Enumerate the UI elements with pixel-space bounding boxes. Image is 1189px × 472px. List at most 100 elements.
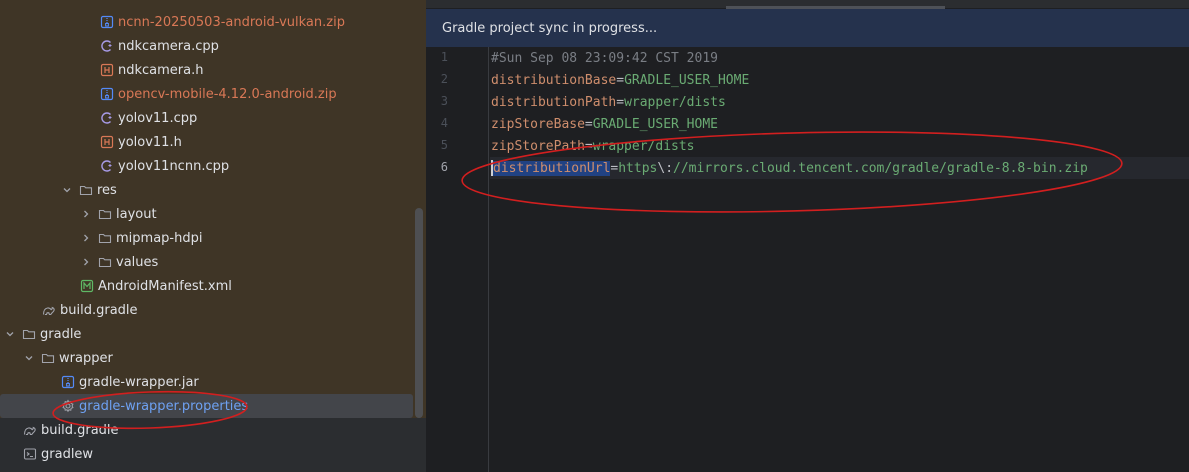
line-number: 3 (440, 94, 448, 108)
settings-file-icon (61, 399, 75, 413)
tree-folder-mipmap-hdpi[interactable]: mipmap-hdpi (0, 226, 413, 250)
folder-icon (41, 351, 55, 365)
chevron-down-icon[interactable] (23, 352, 35, 364)
equals-token: = (616, 94, 625, 110)
tree-item-yolov11ncnn-cpp[interactable]: yolov11ncnn.cpp (0, 154, 413, 178)
code-line[interactable]: distributionPath = wrapper/dists (490, 91, 1189, 113)
tree-item-label: ndkcamera.h (118, 62, 204, 78)
code-line[interactable]: zipStorePath = wrapper/dists (490, 135, 1189, 157)
property-value: wrapper/dists (592, 138, 695, 154)
tree-item-label: AndroidManifest.xml (98, 278, 232, 294)
code-editor[interactable]: #Sun Sep 08 23:09:42 CST 2019 distributi… (490, 47, 1189, 472)
line-number: 4 (440, 116, 448, 130)
folder-icon (98, 255, 112, 269)
tree-item-label: build.gradle (60, 302, 138, 318)
header-file-icon (100, 135, 114, 149)
tree-item-label: wrapper (59, 350, 113, 366)
chevron-right-icon[interactable] (80, 256, 92, 268)
tree-item-label: values (116, 254, 159, 270)
tree-item-opencv-zip[interactable]: opencv-mobile-4.12.0-android.zip (0, 82, 413, 106)
tree-item-label: yolov11ncnn.cpp (118, 158, 230, 174)
tree-folder-values[interactable]: values (0, 250, 413, 274)
folder-icon (98, 207, 112, 221)
cpp-file-icon (100, 39, 114, 53)
code-line[interactable]: #Sun Sep 08 23:09:42 CST 2019 (490, 47, 1189, 69)
tree-item-app-build-gradle[interactable]: build.gradle (0, 298, 413, 322)
terminal-icon (23, 447, 37, 461)
gradle-icon (42, 303, 56, 317)
header-file-icon (100, 63, 114, 77)
tree-item-yolov11-cpp[interactable]: yolov11.cpp (0, 106, 413, 130)
escape-sequence: \: (657, 160, 674, 176)
property-value: wrapper/dists (624, 94, 726, 110)
equals-token: = (584, 138, 593, 154)
chevron-right-icon[interactable] (80, 232, 92, 244)
line-number-current: 6 (440, 160, 448, 174)
line-number-gutter: 1 2 3 4 5 6 (426, 47, 489, 472)
archive-icon (100, 15, 114, 29)
tree-item-label: build.gradle (41, 422, 119, 438)
tree-item-label: res (97, 182, 117, 198)
folder-icon (98, 231, 112, 245)
tree-item-label: layout (116, 206, 157, 222)
folder-icon (22, 327, 36, 341)
archive-icon (61, 375, 75, 389)
tree-item-label: yolov11.cpp (118, 110, 198, 126)
tree-folder-wrapper[interactable]: wrapper (0, 346, 413, 370)
gradle-icon (23, 423, 37, 437)
chevron-down-icon[interactable] (61, 184, 73, 196)
project-tree-panel: ncnn-20250503-android-vulkan.zip ndkcame… (0, 0, 426, 472)
tree-item-label: gradlew (41, 446, 94, 462)
property-key: zipStoreBase (491, 116, 585, 132)
tree-item-root-build-gradle[interactable]: build.gradle (0, 418, 413, 442)
tree-item-label: opencv-mobile-4.12.0-android.zip (118, 86, 337, 102)
tree-item-gradlew[interactable]: gradlew (0, 442, 413, 466)
code-line-current[interactable]: distributionUrl = https \://mirrors.cloud.t… (490, 157, 1189, 179)
tree-scrollbar[interactable] (415, 208, 423, 418)
code-line[interactable]: zipStoreBase = GRADLE_USER_HOME (490, 113, 1189, 135)
tree-item-gradle-wrapper-jar[interactable]: gradle-wrapper.jar (0, 370, 413, 394)
chevron-down-icon[interactable] (4, 328, 16, 340)
comment-token: #Sun Sep 08 23:09:42 CST 2019 (491, 50, 718, 66)
tree-folder-res[interactable]: res (0, 178, 413, 202)
property-key: distributionPath (491, 94, 617, 110)
code-line[interactable]: distributionBase = GRADLE_USER_HOME (490, 69, 1189, 91)
line-number: 5 (440, 138, 448, 152)
tree-item-ncnn-zip[interactable]: ncnn-20250503-android-vulkan.zip (0, 10, 413, 34)
tree-folder-layout[interactable]: layout (0, 202, 413, 226)
property-value: https (618, 160, 658, 176)
tree-item-label: mipmap-hdpi (116, 230, 203, 246)
tree-item-gradle-wrapper-properties[interactable]: gradle-wrapper.properties (0, 394, 413, 418)
archive-icon (100, 87, 114, 101)
property-value: //mirrors.cloud.tencent.com/gradle/gradl… (673, 160, 1088, 176)
cpp-file-icon (100, 111, 114, 125)
tree-item-yolov11-h[interactable]: yolov11.h (0, 130, 413, 154)
tree-item-label: gradle-wrapper.properties (79, 398, 249, 414)
folder-icon (79, 183, 93, 197)
tree-item-ndkcamera-cpp[interactable]: ndkcamera.cpp (0, 34, 413, 58)
equals-token: = (584, 116, 593, 132)
banner-text: Gradle project sync in progress... (442, 20, 658, 36)
tree-item-label: yolov11.h (118, 134, 182, 150)
tree-item-label: ncnn-20250503-android-vulkan.zip (118, 14, 345, 30)
property-key: distributionBase (491, 72, 617, 88)
chevron-right-icon[interactable] (80, 208, 92, 220)
tree-item-label: ndkcamera.cpp (118, 38, 219, 54)
tree-item-label: gradle (40, 326, 82, 342)
line-number: 2 (440, 72, 448, 86)
equals-token: = (616, 72, 625, 88)
tree-folder-gradle[interactable]: gradle (0, 322, 413, 346)
line-number: 1 (440, 50, 448, 64)
tree-item-label: gradle-wrapper.jar (79, 374, 199, 390)
property-value: GRADLE_USER_HOME (592, 116, 718, 132)
manifest-icon (80, 279, 94, 293)
property-key: zipStorePath (491, 138, 585, 154)
equals-token: = (610, 160, 619, 176)
tree-item-android-manifest[interactable]: AndroidManifest.xml (0, 274, 413, 298)
sync-progress-banner: Gradle project sync in progress... (426, 9, 1189, 47)
editor-panel: Gradle project sync in progress... 1 2 3… (426, 0, 1189, 472)
tree-item-ndkcamera-h[interactable]: ndkcamera.h (0, 58, 413, 82)
cpp-file-icon (100, 159, 114, 173)
selected-property-key: distributionUrl (493, 160, 611, 176)
property-value: GRADLE_USER_HOME (624, 72, 750, 88)
